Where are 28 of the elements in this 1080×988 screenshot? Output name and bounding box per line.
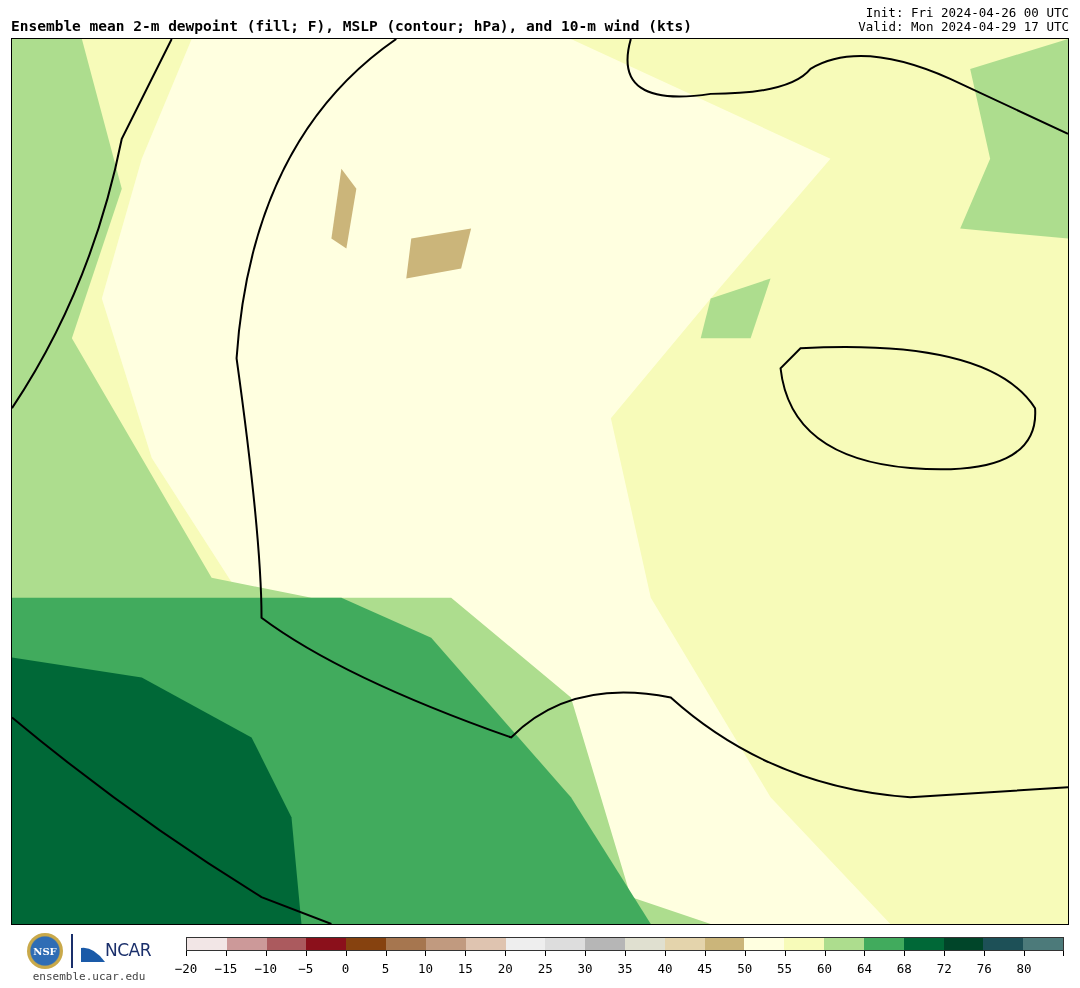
nsf-logo: NSF (27, 933, 63, 969)
valid-time: Valid: Mon 2024-04-29 17 UTC (858, 20, 1069, 34)
tick-label: 40 (657, 961, 673, 976)
tick-label: 35 (617, 961, 633, 976)
tick-label: −10 (254, 961, 278, 976)
tick-label: 15 (457, 961, 473, 976)
tick-label: 72 (936, 961, 952, 976)
tick-label: 50 (737, 961, 753, 976)
tick-label: 10 (417, 961, 433, 976)
tick-label: 45 (697, 961, 713, 976)
ncar-logo: NCAR (81, 938, 151, 964)
tick-label: −15 (214, 961, 238, 976)
tick-label: 25 (537, 961, 553, 976)
tick-label: 55 (777, 961, 793, 976)
tick-label: 80 (1016, 961, 1032, 976)
site-url: ensemble.ucar.edu (32, 969, 146, 985)
tick-label: 0 (341, 961, 350, 976)
tick-label: 68 (896, 961, 912, 976)
tick-label: 30 (577, 961, 593, 976)
init-time: Init: Fri 2024-04-26 00 UTC (864, 6, 1069, 20)
tick-label: 76 (976, 961, 992, 976)
chart-title: Ensemble mean 2-m dewpoint (fill; F), MSLP (contour; hPa), and 10-m wind (kts) (11, 18, 692, 36)
tick-label: −20 (174, 961, 198, 976)
tick-label: 60 (817, 961, 833, 976)
tick-label: 64 (856, 961, 872, 976)
tick-label: 5 (381, 961, 390, 976)
tick-label: −5 (298, 961, 314, 976)
tick-label: 20 (497, 961, 513, 976)
